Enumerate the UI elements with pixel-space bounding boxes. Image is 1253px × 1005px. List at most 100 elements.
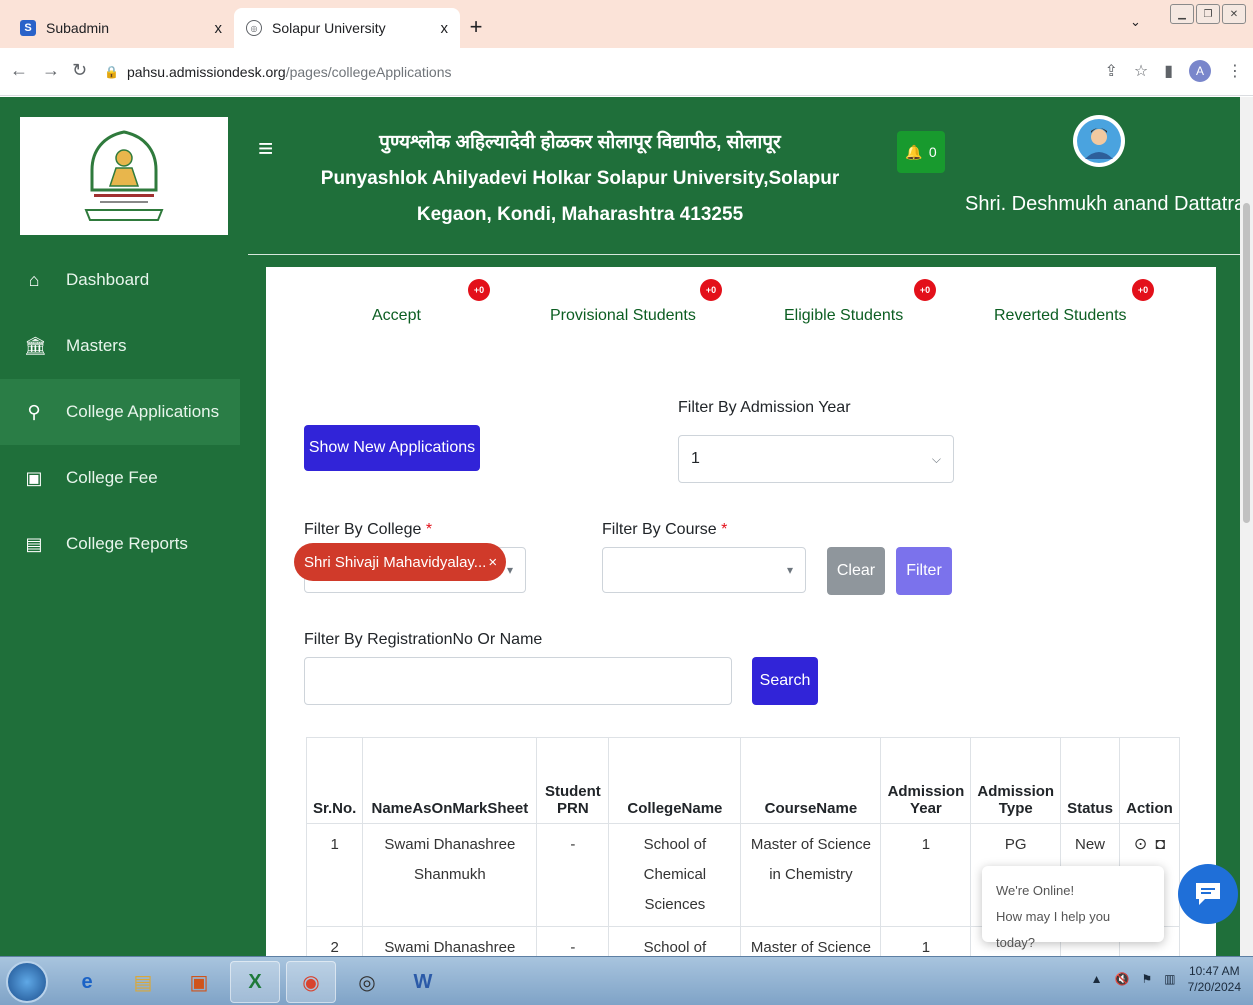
admission-year-value: 1: [691, 450, 700, 467]
page-header: ≡ पुण्यश्लोक अहिल्यादेवी होळकर सोलापूर व…: [240, 97, 1253, 257]
view-icon[interactable]: ⊙: [1134, 830, 1147, 860]
menu-dots-icon[interactable]: ⋮: [1227, 61, 1243, 81]
close-window-icon[interactable]: ✕: [1222, 4, 1246, 24]
search-button[interactable]: Search: [752, 657, 818, 705]
sidepanel-icon[interactable]: ▮: [1164, 61, 1173, 81]
tab-title: Solapur University: [272, 20, 386, 36]
user-name[interactable]: Shri. Deshmukh anand Dattatray: [965, 193, 1253, 216]
tray-expand-icon[interactable]: ▲: [1091, 972, 1103, 986]
filter-button[interactable]: Filter: [896, 547, 952, 595]
cell-college: School of Chemical Sciences: [608, 823, 742, 927]
money-icon: ▣: [25, 467, 43, 488]
chat-bubble-icon: [1196, 883, 1220, 905]
hamburger-menu-icon[interactable]: ≡: [258, 133, 273, 164]
chat-help-text: How may I help you today?: [996, 909, 1111, 950]
new-tab-button[interactable]: +: [462, 14, 490, 40]
start-button[interactable]: [6, 961, 48, 1003]
stat-label: Provisional Students: [550, 307, 696, 324]
word-icon[interactable]: W: [398, 961, 448, 1003]
close-tab-icon[interactable]: x: [441, 20, 449, 37]
sidebar-item-label: Masters: [66, 336, 127, 355]
network-icon[interactable]: ▥: [1164, 972, 1175, 986]
required-mark: *: [425, 521, 433, 538]
stat-accept[interactable]: Accept +0: [372, 279, 490, 325]
college-selected-value: Shri Shivaji Mahavidyalay...: [304, 553, 487, 571]
minimize-icon[interactable]: ▁: [1170, 4, 1194, 24]
clear-selection-icon[interactable]: ×: [488, 554, 497, 571]
sidebar-item-college-applications[interactable]: ⚲ College Applications: [0, 379, 240, 445]
reload-icon[interactable]: ↻: [72, 60, 87, 81]
scrollbar-thumb[interactable]: [1243, 203, 1250, 523]
sidebar-item-masters[interactable]: 🏛 Masters: [0, 313, 240, 379]
column-header[interactable]: Sr.No.: [305, 737, 364, 824]
flag-icon[interactable]: ⚑: [1142, 972, 1153, 986]
university-title-english: Punyashlok Ahilyadevi Holkar Solapur Uni…: [320, 168, 840, 189]
chrome-icon[interactable]: ◉: [286, 961, 336, 1003]
browser-tab-bar: S Subadmin x ◎ Solapur University x + ⌄ …: [0, 0, 1253, 48]
cell-sr: 1: [305, 823, 364, 927]
chat-button[interactable]: [1178, 864, 1238, 924]
cell-sr: 2: [305, 926, 364, 956]
sidebar-item-label: College Fee: [66, 468, 158, 487]
university-address: Kegaon, Kondi, Maharashtra 413255: [416, 204, 744, 225]
back-arrow-icon[interactable]: ←: [10, 60, 28, 81]
sidebar-menu: ⌂ Dashboard 🏛 Masters ⚲ College Applicat…: [0, 247, 240, 577]
maximize-icon[interactable]: ❐: [1196, 4, 1220, 24]
admission-year-label: Filter By Admission Year: [678, 399, 851, 416]
college-filter-label: Filter By College *: [304, 521, 432, 539]
course-select[interactable]: ▾: [602, 547, 806, 593]
sidebar-item-college-reports[interactable]: ▤ College Reports: [0, 511, 240, 577]
explorer-folder-icon[interactable]: ▤: [118, 961, 168, 1003]
system-tray: ▲ 🔇 ⚑ ▥ 10:47 AM 7/20/2024: [1091, 963, 1241, 995]
share-icon[interactable]: ⇪: [1104, 61, 1117, 81]
notification-button[interactable]: 🔔 0: [897, 131, 945, 173]
tab-subadmin[interactable]: S Subadmin x: [8, 8, 234, 48]
stat-provisional-students[interactable]: Provisional Students +0: [550, 279, 722, 325]
column-header[interactable]: Admission Type: [970, 737, 1062, 824]
stat-label: Accept: [372, 307, 421, 324]
clear-button[interactable]: Clear: [827, 547, 885, 595]
column-header[interactable]: Admission Year: [880, 737, 972, 824]
bookmark-star-icon[interactable]: ☆: [1134, 61, 1148, 81]
page-scrollbar[interactable]: [1240, 97, 1253, 956]
university-title-marathi: पुण्यश्लोक अहिल्यादेवी होळकर सोलापूर विद…: [379, 132, 781, 153]
column-header[interactable]: CollegeName: [608, 737, 742, 824]
stat-eligible-students[interactable]: Eligible Students +0: [784, 279, 936, 325]
chat-popup[interactable]: We're Online! How may I help you today?: [982, 866, 1164, 950]
search-label: Filter By RegistrationNo Or Name: [304, 631, 543, 648]
show-new-applications-button[interactable]: Show New Applications: [304, 425, 480, 471]
search-input[interactable]: [304, 657, 732, 705]
column-header[interactable]: NameAsOnMarkSheet: [362, 737, 538, 824]
clock[interactable]: 10:47 AM 7/20/2024: [1188, 963, 1241, 995]
close-tab-icon[interactable]: x: [215, 20, 223, 37]
url-field[interactable]: 🔒 pahsu.admissiondesk.org/pages/collegeA…: [104, 56, 1104, 88]
browser-actions: ⇪ ☆ ▮ A ⋮: [1104, 60, 1243, 82]
stat-reverted-students[interactable]: Reverted Students +0: [994, 279, 1154, 325]
college-filter-label-text: Filter By College: [304, 521, 422, 538]
volume-icon[interactable]: 🔇: [1115, 972, 1130, 986]
app-root: ⌂ Dashboard 🏛 Masters ⚲ College Applicat…: [0, 97, 1253, 956]
taskbar: e ▤ ▣ X ◉ ◎ W ▲ 🔇 ⚑ ▥ 10:47 AM 7/20/2024: [0, 956, 1253, 1005]
tab-search-chevron-icon[interactable]: ⌄: [1130, 14, 1141, 30]
lock-icon: 🔒: [104, 65, 119, 79]
edit-icon[interactable]: ◘: [1155, 830, 1165, 860]
forward-arrow-icon[interactable]: →: [42, 60, 60, 81]
avatar[interactable]: [1073, 115, 1125, 167]
cell-name: Swami Dhanashree: [362, 926, 538, 956]
sidebar-item-college-fee[interactable]: ▣ College Fee: [0, 445, 240, 511]
column-header[interactable]: Status: [1060, 737, 1120, 824]
sidebar-item-dashboard[interactable]: ⌂ Dashboard: [0, 247, 240, 313]
profile-avatar[interactable]: A: [1189, 60, 1211, 82]
excel-icon[interactable]: X: [230, 961, 280, 1003]
admission-year-select[interactable]: 1 ⌵: [678, 435, 954, 483]
url-host: pahsu.admissiondesk.org: [126, 64, 286, 80]
app-circle-icon[interactable]: ◎: [342, 961, 392, 1003]
column-header[interactable]: Student PRN: [536, 737, 610, 824]
ie-icon[interactable]: e: [62, 961, 112, 1003]
college-selected-chip[interactable]: Shri Shivaji Mahavidyalay... ×: [294, 543, 506, 581]
cell-course: Master of Science: [740, 926, 882, 956]
university-logo: [20, 117, 228, 235]
tab-solapur-university[interactable]: ◎ Solapur University x: [234, 8, 460, 48]
column-header[interactable]: CourseName: [740, 737, 882, 824]
media-player-icon[interactable]: ▣: [174, 961, 224, 1003]
